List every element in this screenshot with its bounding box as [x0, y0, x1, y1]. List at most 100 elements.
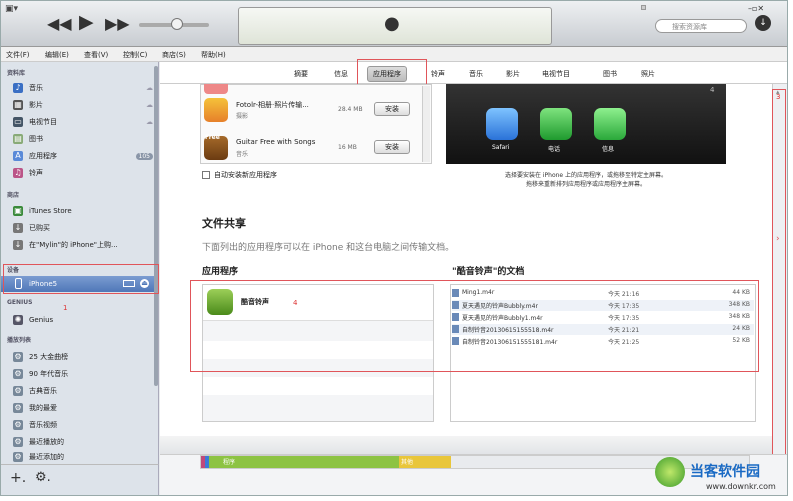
- file-sharing-title: 文件共享: [202, 217, 246, 230]
- annotation-box-device: [3, 264, 159, 294]
- annotation-box-scrollbar: [772, 89, 786, 459]
- annotation-4: 4: [710, 86, 715, 94]
- content-footer: [160, 436, 772, 454]
- main-content: Fotolr-相册·照片传输... 摄影 28.4 MB 安装 Free Gui…: [160, 84, 772, 454]
- miniplayer-icon[interactable]: [641, 5, 646, 10]
- purchased-icon: ↓: [13, 223, 23, 233]
- sidebar-header-playlists: 播放列表: [7, 337, 32, 344]
- smart-playlist-icon: ⚙: [13, 452, 23, 462]
- playlist-item[interactable]: ⚙ 最近播放的: [13, 435, 153, 449]
- file-sharing-docs-header: "酷音铃声"的文档: [452, 267, 525, 277]
- tab-tones[interactable]: 铃声: [431, 69, 445, 79]
- menu-file[interactable]: 文件(F): [6, 50, 30, 60]
- window-controls[interactable]: –▫✕: [748, 4, 764, 13]
- device-tabbar: 摘要 信息 应用程序 铃声 音乐 影片 电视节目 图书 照片: [160, 62, 787, 84]
- playlist-item[interactable]: ⚙ 音乐视频: [13, 418, 153, 432]
- menu-controls[interactable]: 控制(C): [123, 50, 147, 60]
- music-note-icon: ♪: [13, 83, 23, 93]
- menu-edit[interactable]: 编辑(E): [45, 50, 69, 60]
- itunes-window: ▣▾ ◀◀ ▶ ▶▶ ● –▫✕ ⚲ 搜索资源库 ↓ 文件(F) 编辑(E) 查…: [0, 0, 788, 496]
- watermark-logo: [655, 457, 685, 487]
- annotation-1: 1: [63, 304, 68, 312]
- smart-playlist-icon: ⚙: [13, 386, 23, 396]
- gear-icon[interactable]: ⚙.: [35, 470, 51, 485]
- sidebar-scrollbar[interactable]: [154, 66, 158, 386]
- watermark-title: 当客软件园: [690, 464, 760, 480]
- playlist-item[interactable]: ⚙ 我的最爱: [13, 401, 153, 415]
- free-label: Free: [205, 134, 220, 141]
- apps-count-badge: 105: [135, 152, 153, 160]
- add-playlist-icon[interactable]: +.: [10, 470, 26, 486]
- cloud-icon: ☁: [146, 84, 153, 92]
- sidebar-item-genius[interactable]: ✺ Genius: [13, 313, 153, 327]
- sidebar-item-purchased[interactable]: ↓ 已购买: [13, 221, 153, 235]
- window-menu-icon[interactable]: ▣▾: [5, 4, 18, 14]
- book-icon: ▤: [13, 134, 23, 144]
- app-icon: [204, 84, 228, 94]
- auto-sync-checkbox[interactable]: [202, 171, 210, 179]
- smart-playlist-icon: ⚙: [13, 352, 23, 362]
- download-icon[interactable]: ↓: [755, 15, 771, 31]
- tab-summary[interactable]: 摘要: [294, 69, 308, 79]
- store-icon: ▣: [13, 206, 23, 216]
- fotolr-app-icon: [204, 98, 228, 122]
- capacity-segment-other: 其他: [399, 456, 451, 468]
- phone-caption: 选择要安装在 iPhone 上的应用程序，或拖移至特定主屏幕。: [504, 172, 668, 179]
- auto-sync-option[interactable]: 自动安装新应用程序: [202, 170, 277, 180]
- film-icon: ▦: [13, 100, 23, 110]
- install-button[interactable]: 安装: [374, 102, 410, 116]
- play-icon[interactable]: ▶: [79, 13, 94, 32]
- next-icon[interactable]: ▶▶: [105, 16, 130, 32]
- install-button[interactable]: 安装: [374, 140, 410, 154]
- tab-books[interactable]: 图书: [603, 69, 617, 79]
- sidebar-item-music[interactable]: ♪ 音乐 ☁: [13, 81, 153, 95]
- file-sharing-apps-header: 应用程序: [202, 267, 239, 277]
- sidebar-item-movies[interactable]: ▦ 影片 ☁: [13, 98, 153, 112]
- smart-playlist-icon: ⚙: [13, 403, 23, 413]
- tab-photos[interactable]: 照片: [641, 69, 655, 79]
- smart-playlist-icon: ⚙: [13, 420, 23, 430]
- sidebar-item-apps[interactable]: A 应用程序 105: [13, 149, 153, 163]
- tv-icon: ▭: [13, 117, 23, 127]
- toolbar: ▣▾ ◀◀ ▶ ▶▶ ● –▫✕ ⚲ 搜索资源库 ↓: [1, 1, 787, 47]
- playlist-item[interactable]: ⚙ 90 年代音乐: [13, 367, 153, 381]
- sidebar-header-library: 资料库: [7, 70, 26, 77]
- sidebar-item-tones[interactable]: ♫ 铃声: [13, 166, 153, 180]
- bell-icon: ♫: [13, 168, 23, 178]
- phone-caption-2: 拖移来重新排列应用程序或应用程序主屏幕。: [525, 181, 646, 188]
- sidebar-item-books[interactable]: ▤ 图书: [13, 132, 153, 146]
- tab-music[interactable]: 音乐: [469, 69, 483, 79]
- annotation-3: 3: [776, 93, 781, 101]
- phone-homescreen-preview[interactable]: Safari 电话 信息 4: [446, 84, 726, 164]
- file-sharing-desc: 下面列出的应用程序可以在 iPhone 和这台电脑之间传输文档。: [202, 243, 455, 253]
- sidebar-item-purchased-on-device[interactable]: ↓ 在"Mylin"的 iPhone"上购...: [13, 238, 153, 252]
- menu-view[interactable]: 查看(V): [84, 50, 108, 60]
- menu-help[interactable]: 帮助(H): [201, 50, 226, 60]
- phone-icon: [540, 108, 572, 140]
- sidebar: 资料库 ♪ 音乐 ☁ ▦ 影片 ☁ ▭ 电视节目 ☁ ▤ 图书 A 应用程序 105 ♫ 铃声 商店…: [1, 62, 159, 464]
- sidebar-header-store: 商店: [7, 192, 20, 199]
- sidebar-item-itunes-store[interactable]: ▣ iTunes Store: [13, 204, 153, 218]
- tab-tv[interactable]: 电视节目: [542, 69, 570, 79]
- safari-icon: [486, 108, 518, 140]
- sidebar-header-genius: GENIUS: [7, 299, 33, 306]
- smart-playlist-icon: ⚙: [13, 369, 23, 379]
- tab-movies[interactable]: 影片: [506, 69, 520, 79]
- apple-logo-icon: ●: [384, 13, 400, 34]
- volume-knob[interactable]: [171, 18, 183, 30]
- playlist-item[interactable]: ⚙ 古典音乐: [13, 384, 153, 398]
- playlist-item[interactable]: ⚙ 最近添加的: [13, 452, 153, 462]
- playlist-item[interactable]: ⚙ 25 大金曲榜: [13, 350, 153, 364]
- previous-icon[interactable]: ◀◀: [47, 16, 72, 32]
- purchased-icon: ↓: [13, 240, 23, 250]
- messages-icon: [594, 108, 626, 140]
- sidebar-footer: +. ⚙.: [1, 464, 159, 495]
- watermark-url: www.downkr.com: [706, 482, 776, 491]
- search-input[interactable]: 搜索资源库: [655, 19, 747, 33]
- smart-playlist-icon: ⚙: [13, 437, 23, 447]
- cloud-icon: ☁: [146, 118, 153, 126]
- tab-info[interactable]: 信息: [334, 69, 348, 79]
- sidebar-item-tv[interactable]: ▭ 电视节目 ☁: [13, 115, 153, 129]
- menu-store[interactable]: 商店(S): [162, 50, 186, 60]
- app-row: Fotolr-相册·照片传输... 摄影 28.4 MB 安装: [200, 98, 425, 122]
